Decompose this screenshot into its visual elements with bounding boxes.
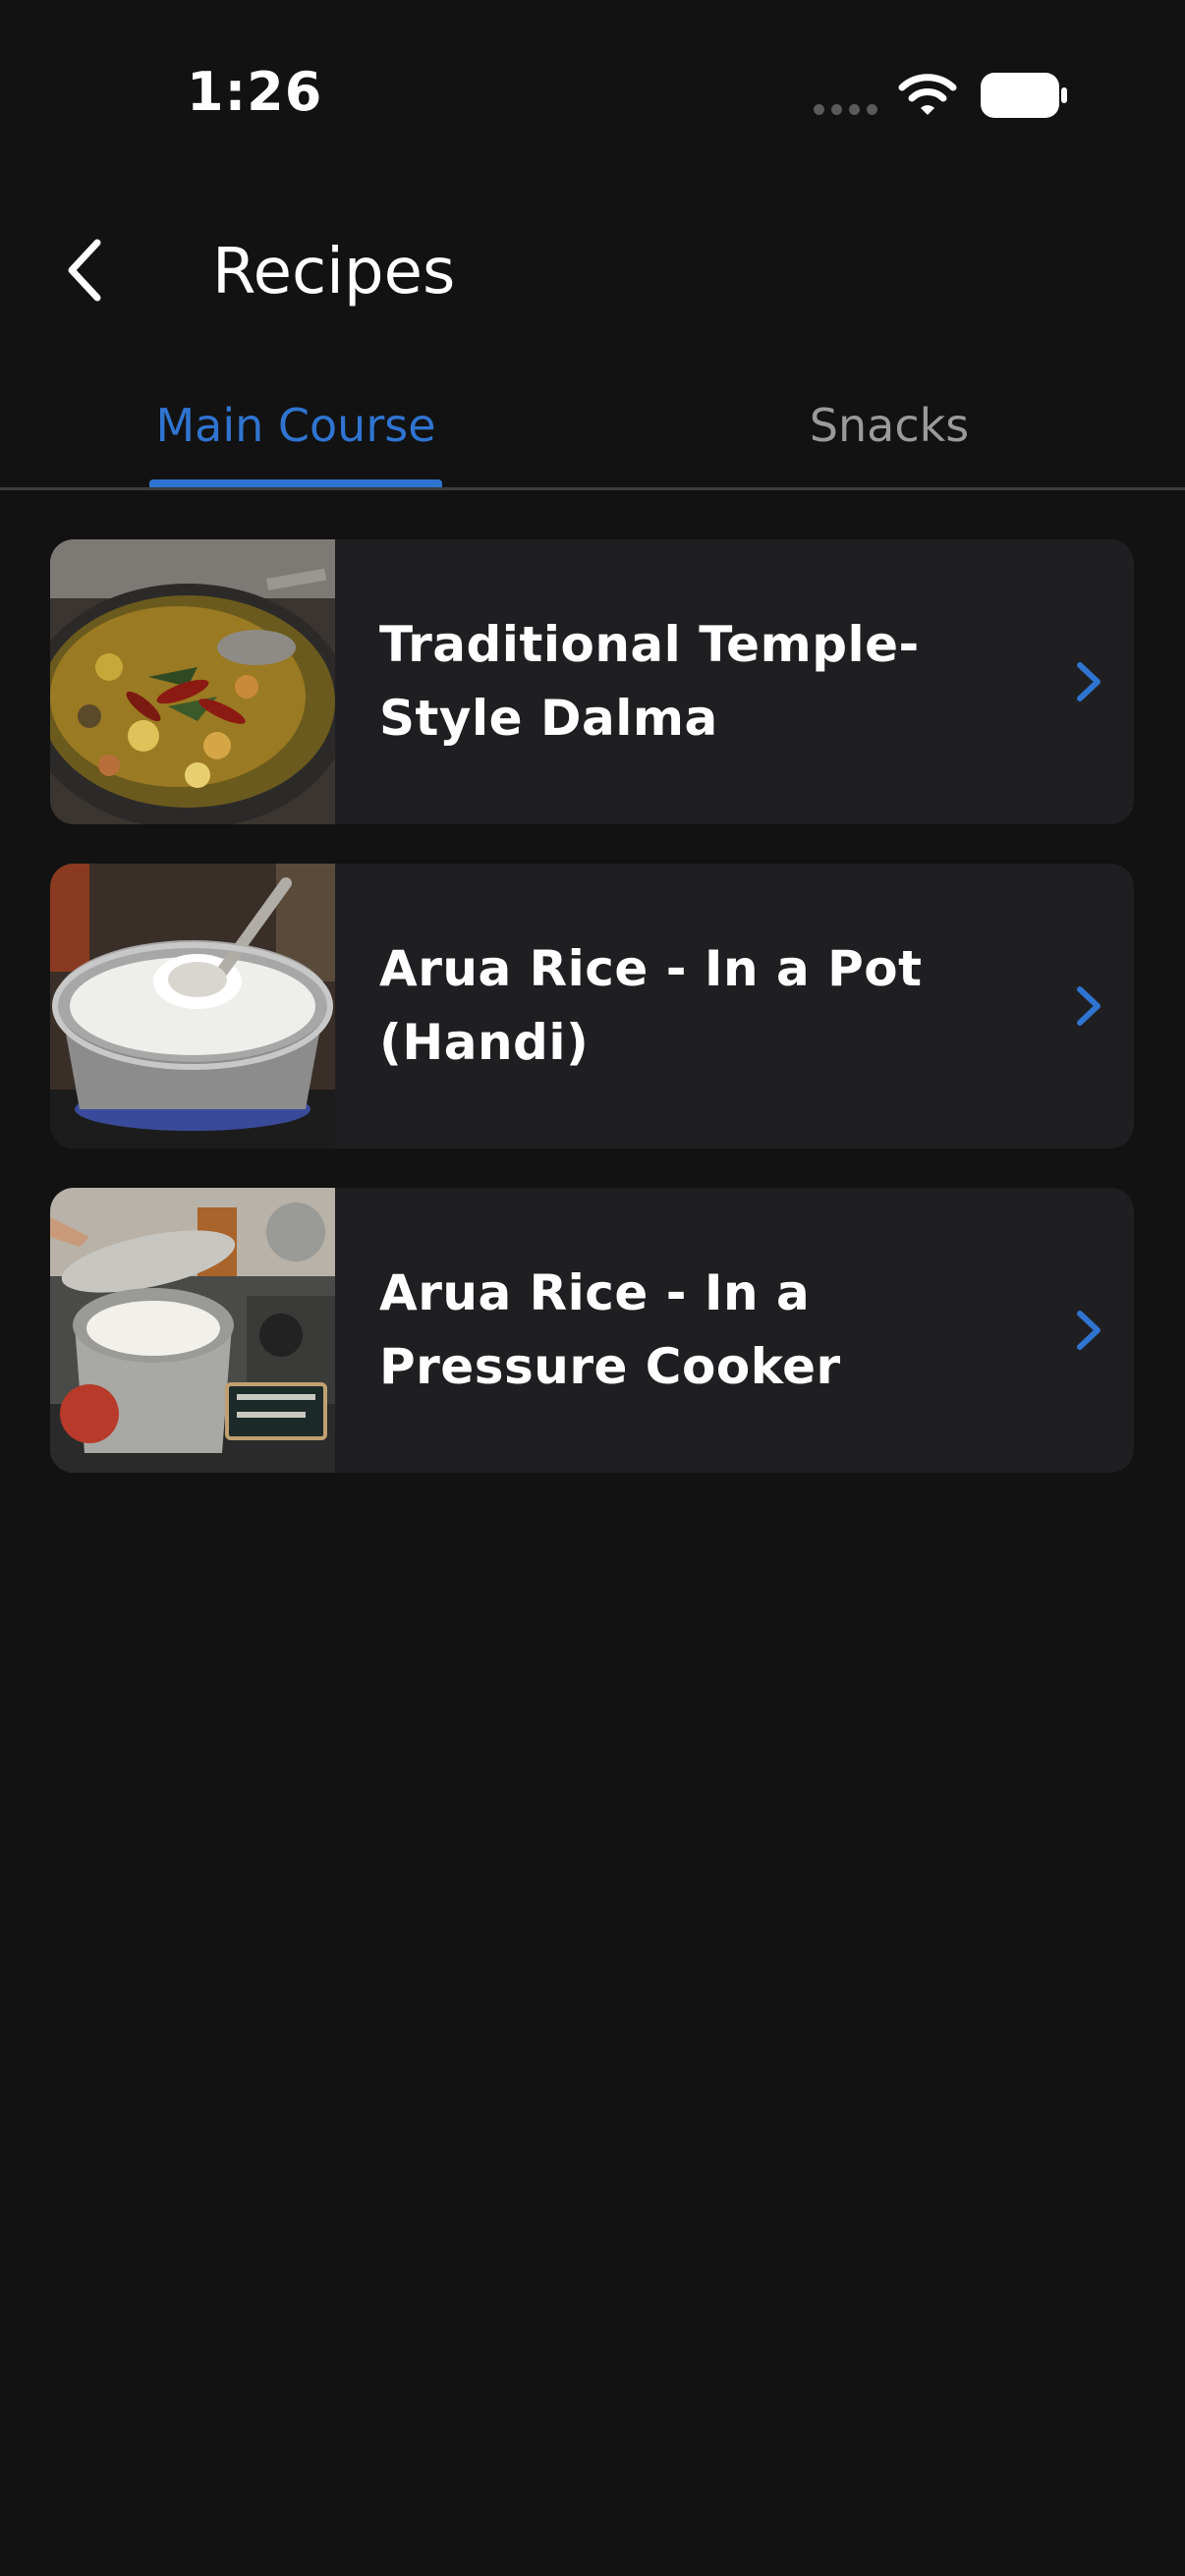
chevron-right-icon — [1077, 986, 1100, 1026]
app-header: Recipes — [0, 206, 1185, 334]
recipe-card-dalma[interactable]: Traditional Temple-Style Dalma — [50, 539, 1134, 824]
chevron-left-icon — [68, 239, 101, 302]
battery-icon — [981, 73, 1067, 118]
active-tab-indicator — [149, 479, 442, 487]
tab-main-course[interactable]: Main Course — [149, 364, 442, 487]
dalma-curry-photo — [50, 539, 335, 824]
category-tabs: Main Course Snacks — [0, 364, 1185, 490]
back-button[interactable] — [49, 226, 118, 314]
wifi-icon — [898, 74, 957, 115]
page-title: Recipes — [212, 236, 456, 308]
recipe-title: Arua Rice - In a Pressure Cooker — [379, 1264, 841, 1395]
recipe-card-rice-pot[interactable]: Arua Rice - In a Pot (Handi) — [50, 864, 1134, 1148]
recipe-title: Traditional Temple-Style Dalma — [379, 616, 920, 747]
recipe-list: Traditional Temple-Style Dalma Arua Rice… — [50, 539, 1134, 1512]
recipe-title: Arua Rice - In a Pot (Handi) — [379, 940, 923, 1071]
pressure-cooker-rice-photo — [50, 1188, 335, 1473]
status-bar: 1:26 — [0, 0, 1185, 187]
status-time: 1:26 — [187, 61, 323, 123]
recipe-card-rice-cooker[interactable]: Arua Rice - In a Pressure Cooker — [50, 1188, 1134, 1473]
tab-snacks[interactable]: Snacks — [766, 364, 1012, 487]
chevron-right-icon — [1077, 662, 1100, 701]
chevron-right-icon — [1077, 1311, 1100, 1350]
rice-pot-photo — [50, 864, 335, 1148]
signal-dots-icon — [814, 104, 877, 115]
